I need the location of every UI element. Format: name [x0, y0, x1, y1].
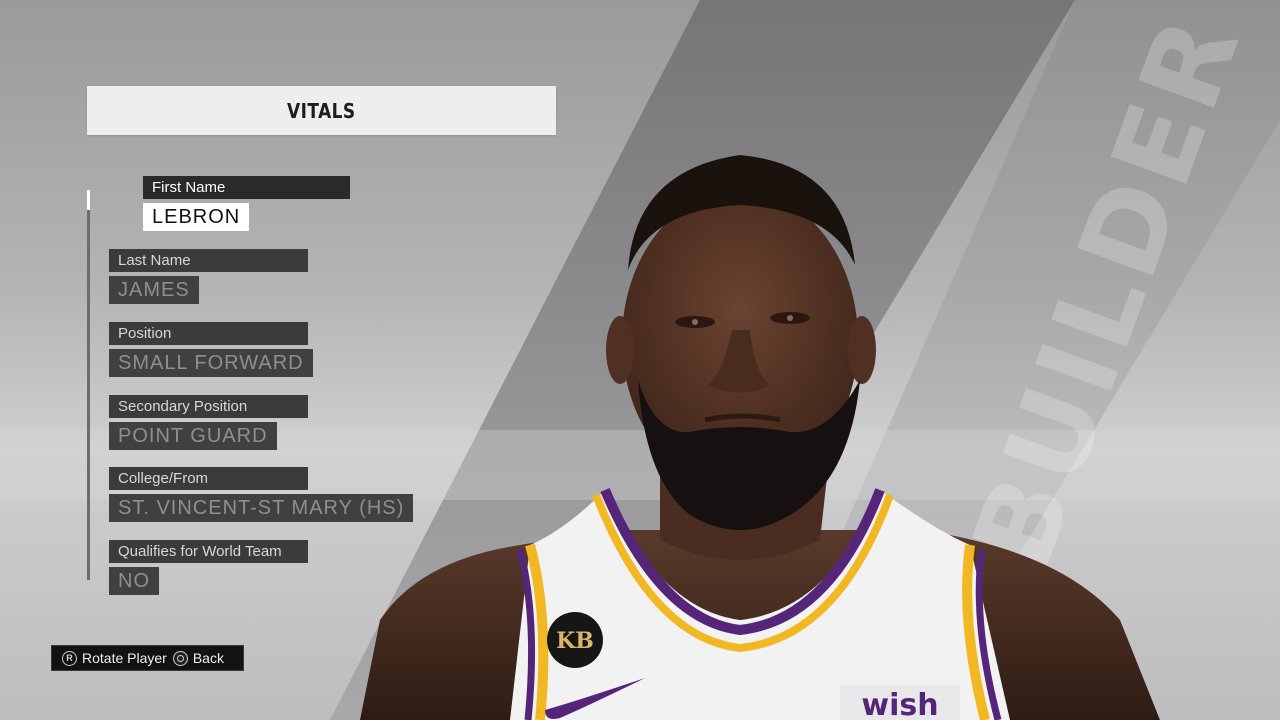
field-value[interactable]: JAMES: [109, 276, 199, 304]
field-world-team[interactable]: Qualifies for World Team NO: [109, 540, 308, 595]
scrollbar-thumb[interactable]: [87, 190, 90, 210]
back-hint[interactable]: Back: [193, 650, 224, 666]
field-label: Qualifies for World Team: [109, 540, 308, 563]
field-secondary-position[interactable]: Secondary Position POINT GUARD: [109, 395, 308, 450]
field-label: Secondary Position: [109, 395, 308, 418]
sponsor-text: wish: [861, 688, 938, 720]
field-position[interactable]: Position SMALL FORWARD: [109, 322, 313, 377]
player-model[interactable]: KB wish: [360, 150, 1180, 720]
field-label: Last Name: [109, 249, 308, 272]
page-title: VITALS: [287, 98, 356, 123]
field-value[interactable]: LEBRON: [143, 203, 250, 231]
circle-button-icon: [172, 650, 188, 666]
vitals-header: VITALS: [87, 86, 556, 135]
field-label: First Name: [143, 176, 350, 199]
field-last-name[interactable]: Last Name JAMES: [109, 249, 308, 304]
field-college[interactable]: College/From ST. VINCENT-ST MARY (HS): [109, 467, 414, 522]
field-value[interactable]: SMALL FORWARD: [109, 349, 313, 377]
scrollbar-track[interactable]: [87, 190, 90, 580]
rotate-player-hint[interactable]: Rotate Player: [82, 650, 167, 666]
field-value[interactable]: NO: [109, 567, 159, 595]
field-value[interactable]: POINT GUARD: [109, 422, 277, 450]
kb-patch-text: KB: [556, 628, 594, 654]
field-value[interactable]: ST. VINCENT-ST MARY (HS): [109, 494, 414, 522]
r-stick-icon: R: [62, 650, 77, 666]
field-label: College/From: [109, 467, 308, 490]
field-first-name[interactable]: First Name LEBRON: [143, 176, 350, 231]
field-label: Position: [109, 322, 308, 345]
controller-hints: R Rotate Player Back: [51, 645, 244, 671]
